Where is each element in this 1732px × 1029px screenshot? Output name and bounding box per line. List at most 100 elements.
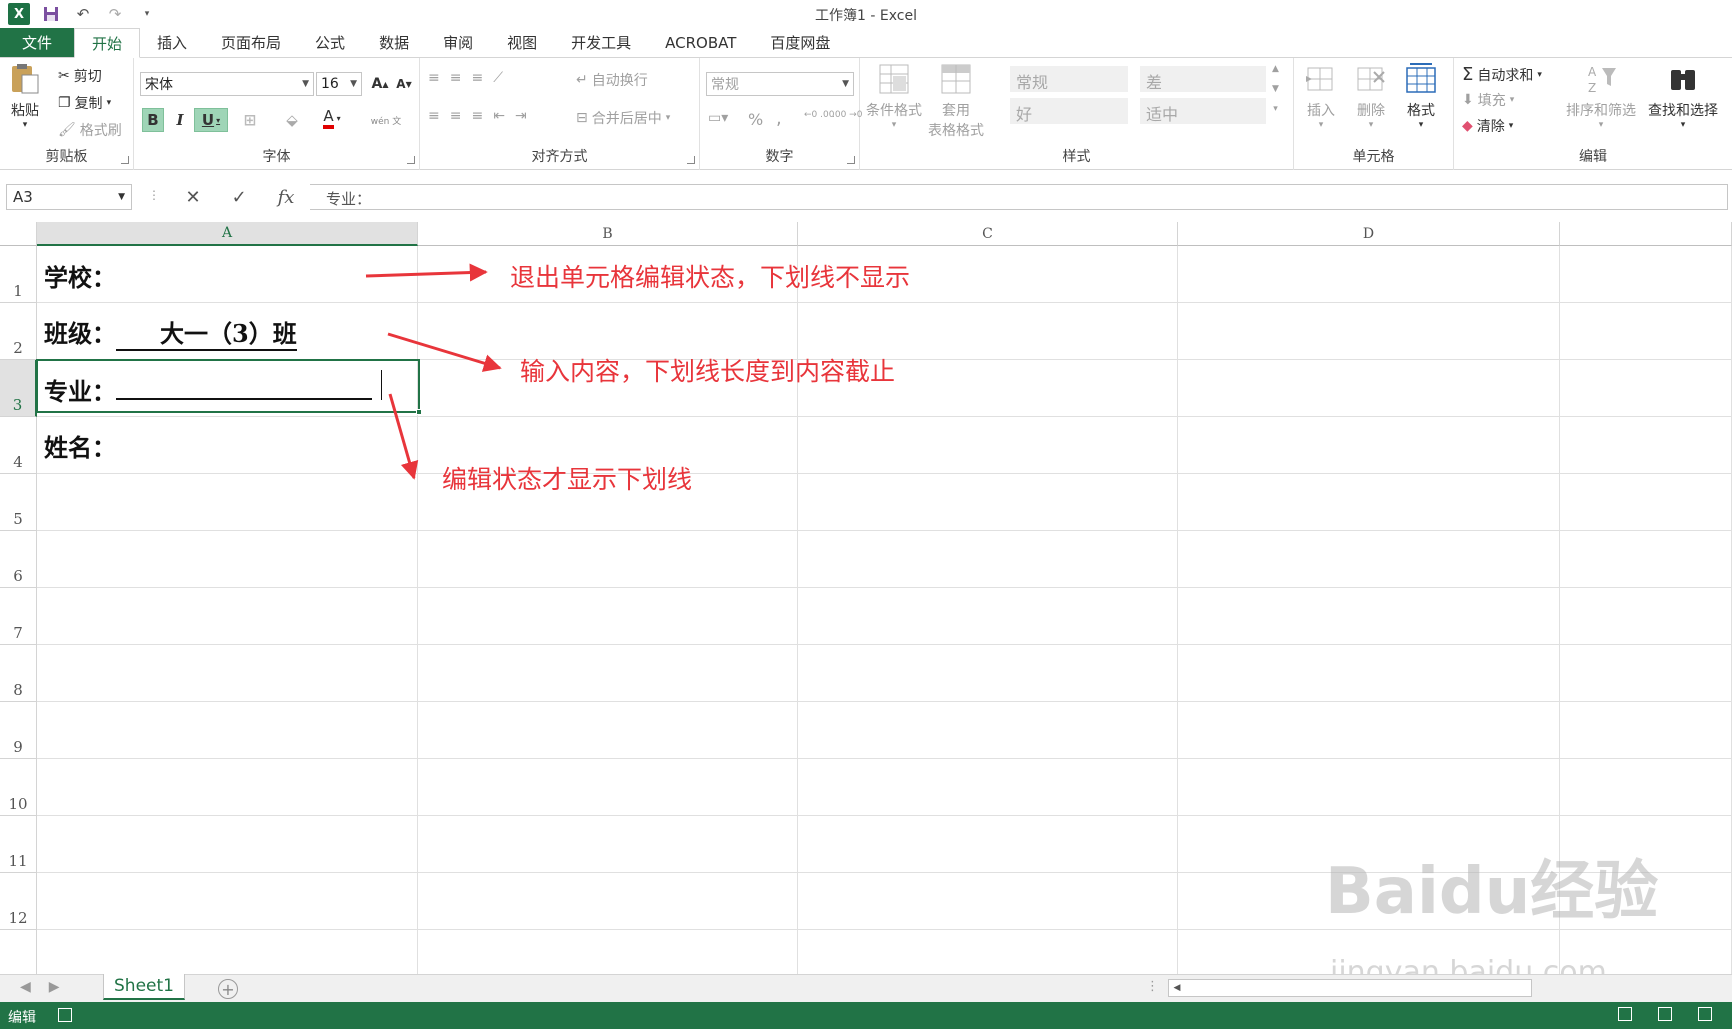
cells-label: 单元格 <box>1352 149 1395 165</box>
confirm-entry-icon[interactable]: ✓ <box>232 187 247 208</box>
style-good[interactable]: 好 <box>1010 98 1128 124</box>
window-title: 工作簿1 - Excel <box>815 8 917 24</box>
formula-input[interactable]: 专业： <box>310 184 1728 210</box>
wrap-text-icon: ↵ <box>576 72 588 88</box>
copy-button[interactable]: ❐ 复制 ▾ <box>58 93 111 113</box>
baidu-watermark: Baidu经验 <box>1325 855 1659 929</box>
title-bar: X ↶ ↷ ▾ 工作簿1 - Excel <box>0 0 1732 28</box>
percent-button[interactable]: % <box>748 110 763 129</box>
wrap-text-button[interactable]: ↵ 自动换行 <box>576 70 648 90</box>
sort-filter-button[interactable]: AZ 排序和筛选 ▾ <box>1566 62 1636 130</box>
font-launcher-icon[interactable] <box>407 156 415 164</box>
clear-button[interactable]: ◆ 清除 ▾ <box>1462 116 1513 136</box>
fill-down-icon: ⬇ <box>1462 92 1474 108</box>
increase-font-button[interactable]: A ▲ <box>368 72 392 96</box>
paste-button[interactable]: 粘贴 ▾ <box>8 62 42 130</box>
tab-formulas[interactable]: 公式 <box>298 28 362 57</box>
sigma-icon: Σ <box>1462 64 1474 85</box>
style-normal[interactable]: 常规 <box>1010 66 1128 92</box>
comma-button[interactable]: , <box>776 108 782 129</box>
format-painter-button[interactable]: 🖌 格式刷 <box>58 120 122 140</box>
tab-data[interactable]: 数据 <box>362 28 426 57</box>
arrow-3 <box>388 393 419 480</box>
phonetic-guide-button[interactable]: wén 文 <box>366 108 406 132</box>
ribbon: 粘贴 ▾ ✂ 剪切 ❐ 复制 ▾ 🖌 格式刷 剪贴板 宋体 ▼ 16 ▼ A ▲ A ▼ B I… <box>0 58 1732 170</box>
page-break-view-icon[interactable] <box>1698 1007 1712 1021</box>
decrease-decimal-button[interactable]: .00 →0 <box>832 110 862 120</box>
tab-page-layout[interactable]: 页面布局 <box>204 28 298 57</box>
tab-file[interactable]: 文件 <box>0 28 74 57</box>
align-middle-icon: ≡ <box>449 70 468 86</box>
accounting-format-button[interactable]: ▭▾ <box>708 110 728 126</box>
name-box[interactable]: A3 ▼ <box>6 184 132 210</box>
chevron-down-icon: ▼ <box>350 79 357 89</box>
insert-function-icon[interactable]: fx <box>278 187 295 208</box>
styles-scroll[interactable]: ▲ ▼ ▾ <box>1272 64 1279 114</box>
page-layout-view-icon[interactable] <box>1658 1007 1672 1021</box>
annotation-note-1: 退出单元格编辑状态，下划线不显示 <box>510 263 911 292</box>
decrease-font-button[interactable]: A ▼ <box>392 72 416 96</box>
tab-view[interactable]: 视图 <box>490 28 554 57</box>
svg-text:Z: Z <box>1588 81 1596 95</box>
normal-view-icon[interactable] <box>1618 1007 1632 1021</box>
horizontal-scrollbar[interactable]: ◀ <box>1168 979 1532 997</box>
tab-review[interactable]: 审阅 <box>426 28 490 57</box>
paint-bucket-icon: ⬙ <box>286 111 298 129</box>
chevron-down-icon: ▼ <box>302 79 309 89</box>
vertical-align-buttons[interactable]: ≡ ≡ ≡ ⟋ <box>428 70 509 86</box>
binoculars-icon <box>1671 70 1695 90</box>
delete-cells-button[interactable]: 删除 ▾ <box>1354 62 1388 130</box>
scroll-left-icon[interactable]: ◀ <box>1169 980 1185 996</box>
tab-insert[interactable]: 插入 <box>140 28 204 57</box>
insert-cells-button[interactable]: 插入 ▾ <box>1304 62 1338 130</box>
style-bad[interactable]: 差 <box>1140 66 1266 92</box>
tab-split-grip-icon[interactable]: ⋮ <box>1146 979 1159 994</box>
formula-buttons: ✕ ✓ fx <box>170 184 310 210</box>
arrow-1 <box>365 263 488 282</box>
font-size-select[interactable]: 16 ▼ <box>316 72 362 96</box>
format-as-table-button[interactable]: 套用 表格格式 <box>928 62 984 140</box>
increase-decimal-button[interactable]: ←0 .00 <box>804 110 834 120</box>
add-sheet-icon[interactable]: + <box>218 979 238 999</box>
font-color-button[interactable]: A ▾ <box>320 106 344 130</box>
tab-acrobat[interactable]: ACROBAT <box>648 28 753 57</box>
horizontal-align-buttons[interactable]: ≡ ≡ ≡ ⇤ ⇥ <box>428 108 533 124</box>
annotation-note-3: 编辑状态才显示下划线 <box>442 465 693 494</box>
format-cells-button[interactable]: 格式 ▾ <box>1404 62 1438 130</box>
style-neutral[interactable]: 适中 <box>1140 98 1266 124</box>
clipboard-launcher-icon[interactable] <box>121 156 129 164</box>
conditional-formatting-button[interactable]: 条件格式 ▾ <box>866 62 922 130</box>
tab-developer[interactable]: 开发工具 <box>554 28 648 57</box>
sort-filter-icon: AZ <box>1588 65 1616 95</box>
number-launcher-icon[interactable] <box>847 156 855 164</box>
insert-cells-icon <box>1306 67 1333 91</box>
status-bar: 编辑 <box>0 1002 1732 1029</box>
autosum-button[interactable]: Σ 自动求和 ▾ <box>1462 64 1542 85</box>
sheet-nav-arrows-icon[interactable]: ◀▶ <box>20 979 78 995</box>
underline-button[interactable]: U ▾ <box>194 108 228 132</box>
view-buttons <box>1618 1007 1712 1021</box>
borders-button[interactable]: ⊞ <box>238 108 262 132</box>
sheet-tab-sheet1[interactable]: Sheet1 <box>103 974 185 1000</box>
clipboard-group: 粘贴 ▾ ✂ 剪切 ❐ 复制 ▾ 🖌 格式刷 剪贴板 <box>0 58 134 170</box>
number-format-select[interactable]: 常规 ▼ <box>706 72 854 96</box>
cancel-entry-icon[interactable]: ✕ <box>185 187 200 208</box>
cut-button[interactable]: ✂ 剪切 <box>58 66 102 86</box>
outdent-icon: ⇥ <box>514 108 533 124</box>
macro-record-icon[interactable] <box>58 1008 72 1022</box>
bold-button[interactable]: B <box>142 108 164 132</box>
font-name-select[interactable]: 宋体 ▼ <box>140 72 314 96</box>
alignment-launcher-icon[interactable] <box>687 156 695 164</box>
align-top-icon: ≡ <box>428 70 446 86</box>
fill-color-button[interactable]: ⬙ <box>280 108 304 132</box>
align-right-icon: ≡ <box>471 108 490 124</box>
fill-button[interactable]: ⬇ 填充 ▾ <box>1462 90 1514 110</box>
tab-baidu-netdisk[interactable]: 百度网盘 <box>753 28 847 57</box>
merge-center-button[interactable]: ⊟ 合并后居中 ▾ <box>576 108 670 128</box>
italic-button[interactable]: I <box>168 108 192 132</box>
formula-bar-grip-icon: ⋮ <box>148 188 160 202</box>
find-select-button[interactable]: 查找和选择 ▾ <box>1648 62 1718 130</box>
alignment-label: 对齐方式 <box>531 149 588 165</box>
tab-home[interactable]: 开始 <box>74 28 141 58</box>
brush-icon: 🖌 <box>58 122 76 138</box>
